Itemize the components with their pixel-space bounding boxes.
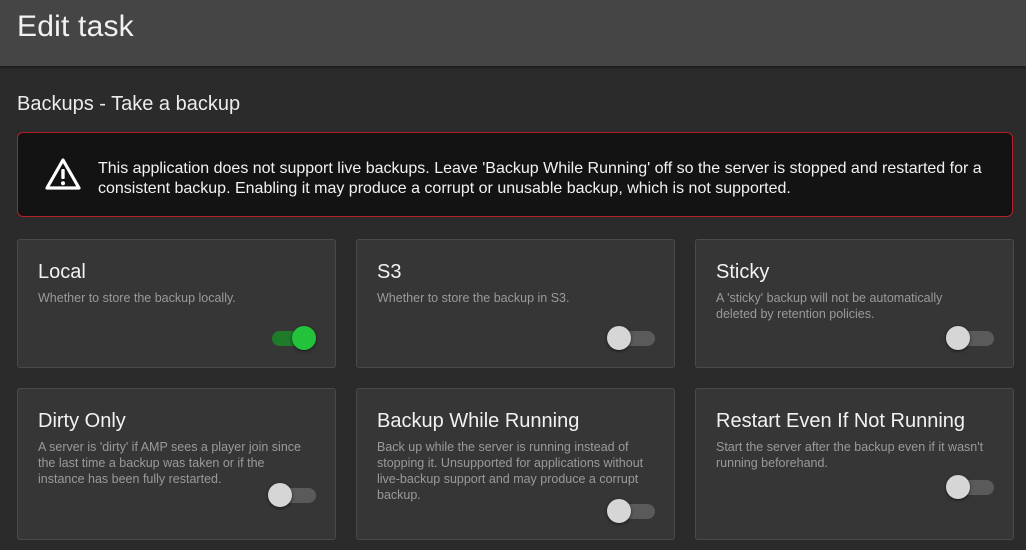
option-title: S3: [377, 261, 402, 283]
dirty-only-toggle[interactable]: [268, 483, 316, 507]
option-description: Start the server after the backup even i…: [716, 440, 984, 470]
toggle-knob: [946, 326, 970, 350]
toggle-knob: [946, 475, 970, 499]
option-description: Whether to store the backup locally.: [38, 291, 236, 305]
s3-toggle[interactable]: [607, 326, 655, 350]
option-description: Back up while the server is running inst…: [377, 440, 644, 502]
option-card-dirty-only: Dirty Only A server is 'dirty' if AMP se…: [17, 388, 336, 540]
option-description: Whether to store the backup in S3.: [377, 291, 570, 305]
restart-even-if-not-running-toggle[interactable]: [946, 475, 994, 499]
option-card-s3: S3 Whether to store the backup in S3.: [356, 239, 675, 368]
option-card-backup-while-running: Backup While Running Back up while the s…: [356, 388, 675, 540]
warning-icon: [45, 158, 81, 190]
option-card-restart-even-if-not-running: Restart Even If Not Running Start the se…: [695, 388, 1014, 540]
section-subtitle: Backups - Take a backup: [17, 93, 241, 115]
option-title: Restart Even If Not Running: [716, 410, 966, 432]
option-title: Backup While Running: [377, 410, 580, 432]
option-card-sticky: Sticky A 'sticky' backup will not be aut…: [695, 239, 1014, 368]
toggle-knob: [607, 326, 631, 350]
option-title: Dirty Only: [38, 410, 126, 432]
toggle-knob: [607, 499, 631, 523]
backup-while-running-toggle[interactable]: [607, 499, 655, 523]
local-toggle[interactable]: [268, 326, 316, 350]
sticky-toggle[interactable]: [946, 326, 994, 350]
option-description: A server is 'dirty' if AMP sees a player…: [38, 440, 301, 486]
option-title: Sticky: [716, 261, 770, 283]
warning-banner: This application does not support live b…: [17, 132, 1013, 217]
option-title: Local: [38, 261, 86, 283]
header-bar: Edit task: [0, 0, 1026, 66]
option-description: A 'sticky' backup will not be automatica…: [716, 291, 943, 321]
toggle-knob: [292, 326, 316, 350]
option-card-local: Local Whether to store the backup locall…: [17, 239, 336, 368]
warning-message: This application does not support live b…: [98, 160, 982, 197]
toggle-knob: [268, 483, 292, 507]
page-title: Edit task: [17, 10, 134, 43]
